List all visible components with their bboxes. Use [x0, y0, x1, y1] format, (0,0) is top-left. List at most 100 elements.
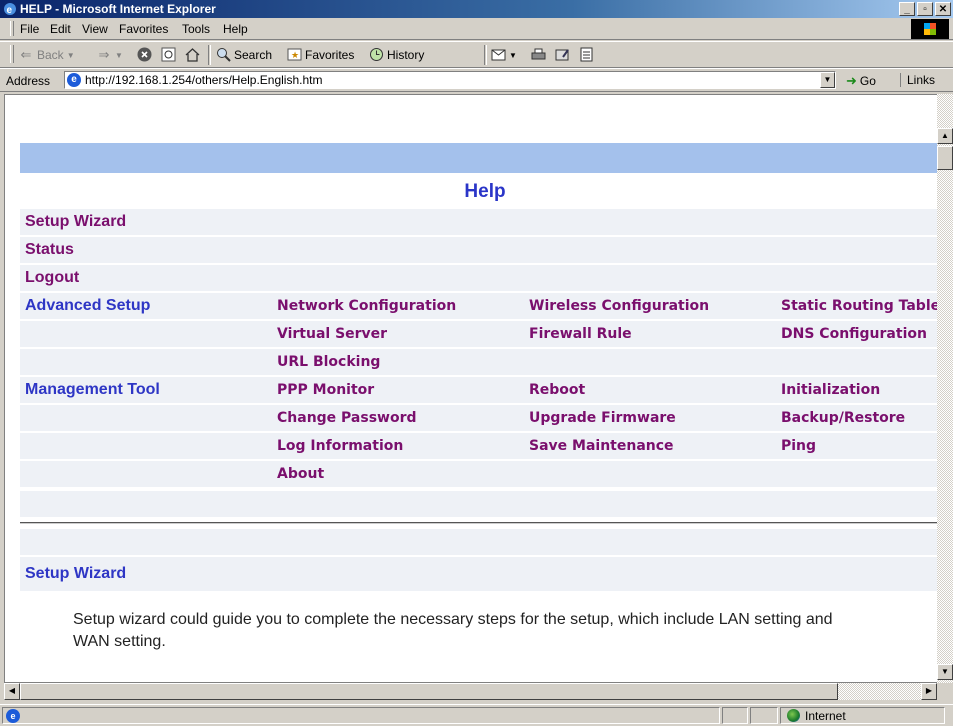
refresh-icon — [160, 47, 176, 63]
empty-cell — [20, 405, 272, 431]
mail-button[interactable]: ▼ — [490, 47, 517, 63]
table-row: URL Blocking — [20, 349, 944, 375]
history-icon — [368, 47, 384, 63]
advanced-setup-heading: Advanced Setup — [20, 293, 272, 319]
firewall-rule-link[interactable]: Firewall Rule — [524, 321, 776, 347]
help-index-table: Setup Wizard Status Logout Advanced Setu… — [20, 207, 944, 489]
logout-link[interactable]: Logout — [20, 265, 944, 291]
minimize-button[interactable]: _ — [899, 2, 915, 16]
description-line: Setup wizard could guide you to complete… — [73, 611, 833, 628]
empty-cell — [20, 461, 272, 487]
search-button[interactable]: Search — [215, 47, 272, 63]
toolbar-grip — [10, 45, 14, 63]
setup-wizard-link[interactable]: Setup Wizard — [20, 209, 944, 235]
close-button[interactable]: ✕ — [935, 2, 951, 16]
print-button[interactable] — [530, 47, 546, 63]
address-url: http://192.168.1.254/others/Help.English… — [85, 73, 323, 87]
forward-button[interactable]: ⇒ ▼ — [96, 47, 123, 63]
empty-cell — [20, 433, 272, 459]
change-password-link[interactable]: Change Password — [272, 405, 524, 431]
address-bar: Address e http://192.168.1.254/others/He… — [0, 68, 953, 92]
menu-help[interactable]: Help — [223, 22, 248, 36]
home-icon — [184, 47, 200, 63]
ie-page-icon: e — [6, 709, 20, 723]
empty-cell — [776, 349, 944, 375]
svg-text:★: ★ — [291, 50, 299, 60]
ppp-monitor-link[interactable]: PPP Monitor — [272, 377, 524, 403]
ie-app-icon: e — [3, 2, 17, 16]
horizontal-scrollbar[interactable]: ◀ ▶ — [4, 683, 937, 700]
url-blocking-link[interactable]: URL Blocking — [272, 349, 524, 375]
horizontal-scroll-thumb[interactable] — [20, 683, 838, 700]
go-label: Go — [859, 74, 876, 88]
initialization-link[interactable]: Initialization — [776, 377, 944, 403]
empty-cell — [20, 321, 272, 347]
favorites-button[interactable]: ★ Favorites — [286, 47, 354, 63]
ping-link[interactable]: Ping — [776, 433, 944, 459]
menu-file[interactable]: File — [20, 22, 39, 36]
upgrade-firmware-link[interactable]: Upgrade Firmware — [524, 405, 776, 431]
title-bar: e HELP - Microsoft Internet Explorer _ ▫… — [0, 0, 953, 18]
globe-icon — [787, 709, 800, 722]
reboot-link[interactable]: Reboot — [524, 377, 776, 403]
status-cell — [722, 707, 748, 724]
links-button[interactable]: Links — [900, 73, 935, 87]
save-maintenance-link[interactable]: Save Maintenance — [524, 433, 776, 459]
empty-cell — [776, 461, 944, 487]
log-information-link[interactable]: Log Information — [272, 433, 524, 459]
wireless-configuration-link[interactable]: Wireless Configuration — [524, 293, 776, 319]
discuss-button[interactable] — [578, 47, 594, 63]
address-input[interactable]: e http://192.168.1.254/others/Help.Engli… — [64, 71, 836, 89]
page-viewport: Help Setup Wizard Status Logout Advanced… — [4, 94, 945, 683]
window-title: HELP - Microsoft Internet Explorer — [20, 2, 216, 16]
back-label: Back — [37, 48, 64, 62]
ie-page-icon: e — [67, 73, 81, 87]
empty-cell — [20, 349, 272, 375]
status-text-area: e — [2, 707, 720, 724]
backup-restore-link[interactable]: Backup/Restore — [776, 405, 944, 431]
vertical-scroll-thumb[interactable] — [937, 146, 953, 170]
maximize-button[interactable]: ▫ — [917, 2, 933, 16]
history-button[interactable]: History — [368, 47, 424, 63]
network-configuration-link[interactable]: Network Configuration — [272, 293, 524, 319]
about-link[interactable]: About — [272, 461, 524, 487]
static-routing-table-link[interactable]: Static Routing Table — [776, 293, 944, 319]
table-row: About — [20, 461, 944, 487]
setup-wizard-description: Setup wizard could guide you to complete… — [20, 591, 944, 653]
edit-button[interactable] — [554, 47, 570, 63]
scroll-left-button[interactable]: ◀ — [4, 683, 20, 700]
header-banner — [20, 143, 944, 173]
table-row: Setup Wizard — [20, 209, 944, 235]
empty-cell — [524, 349, 776, 375]
menu-view[interactable]: View — [82, 22, 108, 36]
chevron-down-icon: ▼ — [509, 50, 517, 60]
address-label: Address — [6, 74, 51, 88]
chevron-down-icon: ▼ — [66, 50, 75, 60]
vertical-scrollbar[interactable]: ▲ ▼ — [937, 94, 953, 683]
address-dropdown-button[interactable]: ▼ — [820, 72, 835, 88]
table-row: Advanced Setup Network Configuration Wir… — [20, 293, 944, 319]
table-row: Virtual Server Firewall Rule DNS Configu… — [20, 321, 944, 347]
history-label: History — [387, 48, 425, 62]
menu-edit[interactable]: Edit — [50, 22, 71, 36]
home-button[interactable] — [184, 47, 200, 63]
toolbar-separator — [208, 45, 211, 65]
empty-cell — [524, 461, 776, 487]
table-row: Status — [20, 237, 944, 263]
virtual-server-link[interactable]: Virtual Server — [272, 321, 524, 347]
refresh-button[interactable] — [160, 47, 176, 63]
dns-configuration-link[interactable]: DNS Configuration — [776, 321, 944, 347]
menu-tools[interactable]: Tools — [182, 22, 210, 36]
scroll-up-button[interactable]: ▲ — [937, 128, 953, 144]
back-button[interactable]: ⇐ Back ▼ — [18, 47, 75, 63]
menu-bar: File Edit View Favorites Tools Help — [0, 18, 953, 40]
stop-button[interactable] — [136, 47, 152, 63]
standard-toolbar: ⇐ Back ▼ ⇒ ▼ Search ★ Favorites History … — [0, 41, 953, 68]
go-button[interactable]: ➜ Go — [846, 73, 876, 89]
scroll-down-button[interactable]: ▼ — [937, 664, 953, 680]
status-link[interactable]: Status — [20, 237, 944, 263]
spacer-row — [20, 529, 944, 555]
menu-favorites[interactable]: Favorites — [119, 22, 168, 36]
scroll-right-button[interactable]: ▶ — [921, 683, 937, 700]
page-title: Help — [464, 181, 506, 202]
